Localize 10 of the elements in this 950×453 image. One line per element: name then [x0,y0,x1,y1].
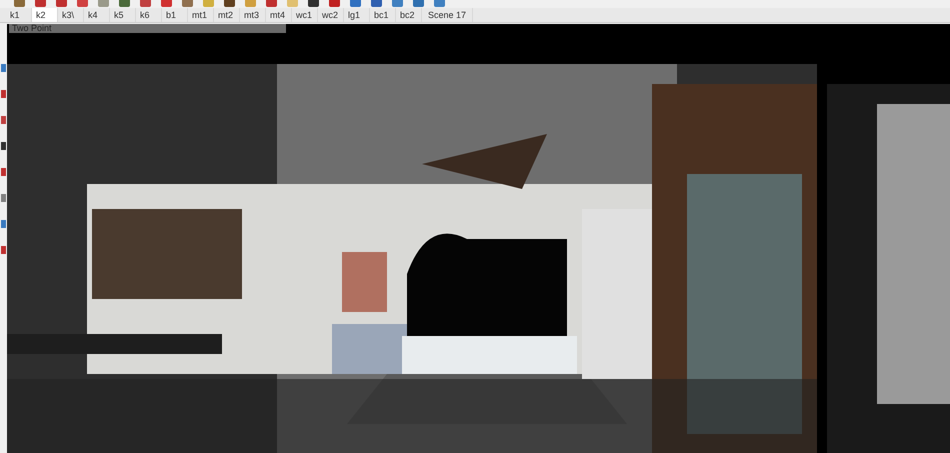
toolbar-icon[interactable] [1,220,6,228]
toolbar-icon[interactable] [1,90,6,98]
scene-tab[interactable]: k2 [32,8,58,22]
toolbar-icon[interactable] [1,168,6,176]
toolbar-icon[interactable] [1,64,6,72]
toolbar-icon[interactable] [1,142,6,150]
toolbar-icon[interactable] [1,116,6,124]
toolbar-icon[interactable] [1,246,6,254]
camera-label: Two Point [9,24,286,33]
toolbar-icon[interactable] [1,194,6,202]
